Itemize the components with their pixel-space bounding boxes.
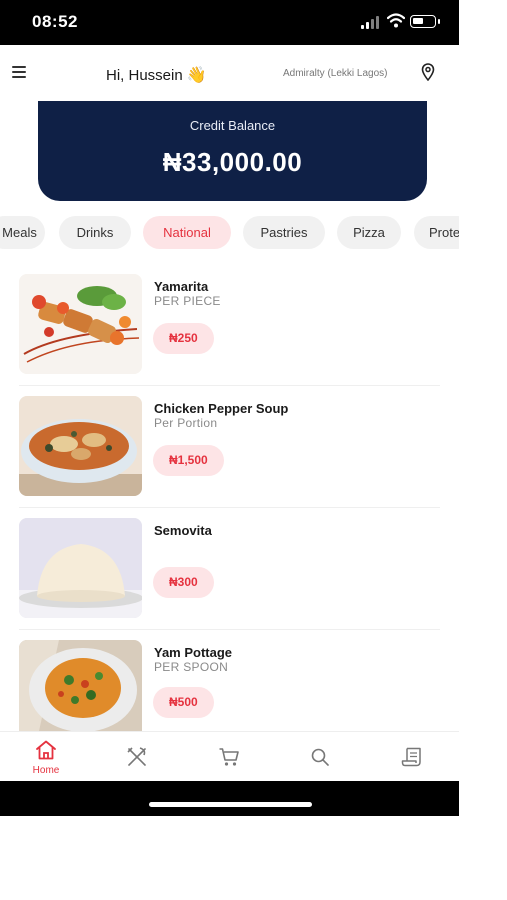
price-badge[interactable]: ₦500 — [153, 687, 214, 718]
nav-orders[interactable] — [382, 732, 442, 782]
nav-menu[interactable] — [107, 732, 167, 782]
bottom-nav: Home — [0, 731, 459, 782]
waving-hand-emoji: 👋 — [186, 67, 207, 84]
menu-icon[interactable] — [10, 65, 28, 79]
credit-balance-card: Credit Balance ₦33,000.00 — [38, 101, 427, 201]
status-bar: 08:52 — [0, 0, 459, 45]
price-badge[interactable]: ₦250 — [153, 323, 214, 354]
menu-item-chicken-pepper-soup[interactable]: Chicken Pepper Soup Per Portion ₦1,500 — [0, 386, 459, 508]
credit-balance-amount: ₦33,000.00 — [162, 147, 303, 177]
home-indicator[interactable] — [149, 802, 312, 807]
price-badge[interactable]: ₦300 — [153, 567, 214, 598]
credit-balance-label: Credit Balance — [189, 118, 276, 133]
greeting: Hi, Hussein 👋 — [106, 65, 207, 85]
food-image — [19, 396, 142, 496]
greeting-text: Hi, Hussein — [106, 67, 183, 84]
search-icon — [311, 748, 329, 766]
cellular-signal-icon — [361, 16, 379, 29]
menu-item-yamarita[interactable]: Yamarita PER PIECE ₦250 — [0, 264, 459, 386]
item-name: Semovita — [154, 523, 212, 538]
tab-pizza[interactable]: Pizza — [337, 216, 401, 249]
nav-search[interactable] — [290, 732, 350, 782]
wifi-icon — [387, 13, 405, 28]
item-name: Chicken Pepper Soup — [154, 401, 289, 416]
app-header: Hi, Hussein 👋 Admiralty (Lekki Lagos) — [0, 45, 459, 101]
price-badge[interactable]: ₦1,500 — [153, 445, 224, 476]
home-icon — [36, 740, 56, 760]
item-unit: PER PIECE — [154, 294, 221, 308]
cart-icon — [219, 748, 239, 766]
app-screen: 08:52 Hi, Hussein 👋 Admiralty (Lekki Lag… — [0, 0, 459, 816]
receipt-icon — [401, 747, 421, 767]
battery-icon — [410, 15, 440, 28]
nav-home-label: Home — [32, 765, 60, 776]
home-indicator-area — [0, 781, 459, 816]
cutlery-icon — [127, 747, 146, 766]
location-pin-icon[interactable] — [421, 63, 435, 81]
category-tabs: Meals Drinks National Pastries Pizza Pro… — [0, 216, 459, 250]
food-image — [19, 518, 142, 618]
tab-pastries[interactable]: Pastries — [243, 216, 325, 249]
tab-meals[interactable]: Meals — [0, 216, 45, 249]
location-label[interactable]: Admiralty (Lekki Lagos) — [283, 68, 387, 79]
food-image — [19, 274, 142, 374]
food-image — [19, 640, 142, 731]
status-time: 08:52 — [32, 12, 78, 31]
tab-national[interactable]: National — [143, 216, 231, 249]
item-name: Yam Pottage — [154, 645, 233, 660]
nav-cart[interactable] — [199, 732, 259, 782]
item-unit: Per Portion — [154, 416, 218, 430]
menu-item-semovita[interactable]: Semovita ₦300 — [0, 508, 459, 630]
tab-protein[interactable]: Prote — [414, 216, 459, 249]
tab-drinks[interactable]: Drinks — [59, 216, 131, 249]
item-unit: PER SPOON — [154, 660, 229, 674]
item-name: Yamarita — [154, 279, 209, 294]
nav-home[interactable]: Home — [16, 732, 76, 782]
